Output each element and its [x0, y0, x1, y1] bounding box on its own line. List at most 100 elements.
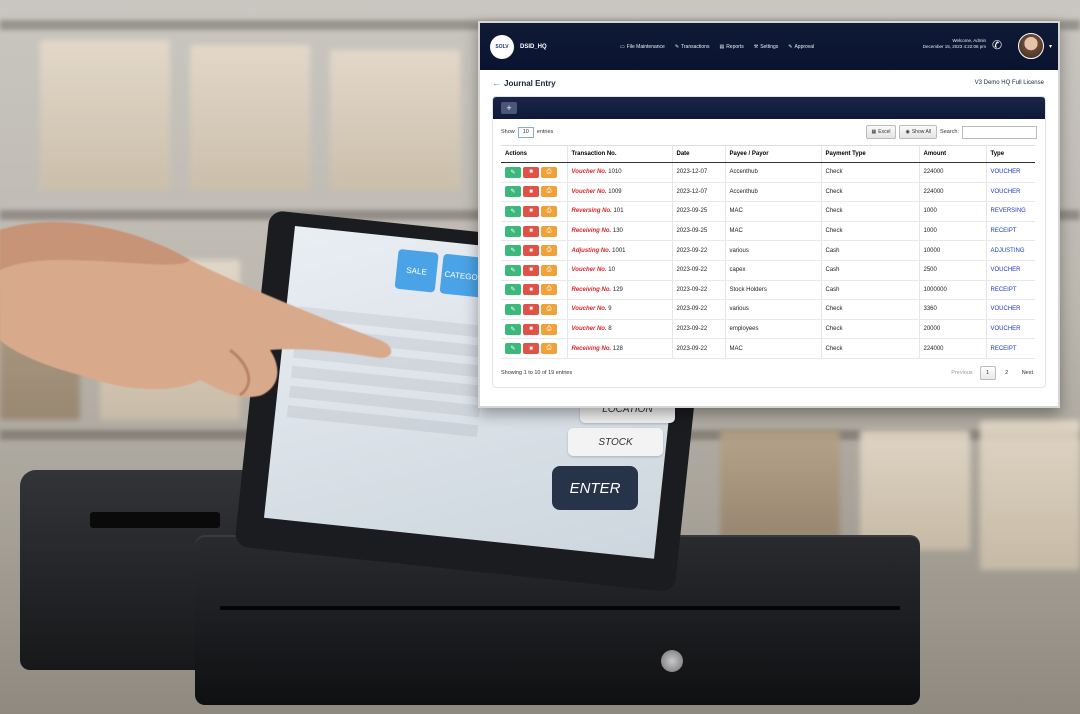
row-actions: ✎ ■ ⎙: [501, 338, 567, 359]
menu-reports[interactable]: ▤ Reports: [719, 44, 743, 50]
cell-transaction-no[interactable]: Reversing No. 101: [566, 201, 672, 222]
print-button[interactable]: ⎙: [541, 303, 557, 315]
edit-icon: ✎: [510, 189, 516, 196]
edit-button[interactable]: ✎: [505, 323, 521, 335]
cell-transaction-no[interactable]: Voucher No. 1009: [566, 182, 672, 203]
delete-button[interactable]: ■: [523, 166, 539, 178]
cell-transaction-no[interactable]: Voucher No. 8: [566, 319, 672, 340]
delete-button[interactable]: ■: [523, 264, 539, 276]
cell-type[interactable]: VOUCHER: [985, 319, 1035, 340]
col-actions[interactable]: Actions: [501, 145, 567, 163]
cell-transaction-no[interactable]: Receiving No. 129: [566, 280, 672, 301]
cell-payee: MAC: [724, 201, 821, 222]
print-button[interactable]: ⎙: [541, 166, 557, 178]
delete-button[interactable]: ■: [523, 303, 539, 315]
cell-type[interactable]: REVERSING: [985, 201, 1035, 222]
print-button[interactable]: ⎙: [541, 245, 557, 257]
edit-button[interactable]: ✎: [505, 245, 521, 257]
edit-button[interactable]: ✎: [505, 343, 521, 355]
cell-type[interactable]: VOUCHER: [985, 162, 1035, 183]
cell-amount: 1000: [918, 221, 986, 242]
transaction-number: 1009: [608, 188, 622, 195]
col-amount[interactable]: Amount: [918, 145, 986, 163]
cell-transaction-no[interactable]: Adjusting No. 1001: [566, 240, 672, 261]
add-entry-button[interactable]: +: [501, 102, 517, 114]
delete-button[interactable]: ■: [523, 205, 539, 217]
cell-type[interactable]: VOUCHER: [985, 299, 1035, 320]
journal-table: Actions Transaction No. Date Payee / Pay…: [501, 145, 1035, 359]
cell-transaction-no[interactable]: Receiving No. 128: [566, 338, 672, 359]
brand-logo[interactable]: SOLV: [490, 34, 514, 59]
print-button[interactable]: ⎙: [541, 205, 557, 217]
col-payee[interactable]: Payee / Payor: [724, 145, 821, 163]
print-icon: ⎙: [546, 286, 552, 293]
print-button[interactable]: ⎙: [541, 284, 557, 296]
cell-type[interactable]: RECEIPT: [985, 221, 1035, 242]
edit-button[interactable]: ✎: [505, 205, 521, 217]
delete-button[interactable]: ■: [523, 225, 539, 237]
cell-payee: MAC: [724, 338, 821, 359]
delete-button[interactable]: ■: [523, 323, 539, 335]
cell-payee: Stock Holders: [724, 280, 821, 301]
menu-file-maintenance[interactable]: ▭ File Maintenance: [620, 44, 665, 50]
col-transaction-no[interactable]: Transaction No.: [566, 145, 672, 163]
row-actions: ✎ ■ ⎙: [501, 280, 567, 301]
cell-payment-type: Check: [820, 182, 919, 203]
edit-button[interactable]: ✎: [505, 166, 521, 178]
print-button[interactable]: ⎙: [541, 225, 557, 237]
back-link[interactable]: ← Journal Entry: [492, 78, 556, 88]
delete-button[interactable]: ■: [523, 343, 539, 355]
show-all-button[interactable]: ◉ Show All: [899, 125, 938, 139]
excel-button[interactable]: ▦ Excel: [865, 125, 897, 139]
welcome-block: Welcome, Admin December 15, 2023 4:22:06…: [923, 38, 986, 50]
journal-panel: + Show 10 entries ▦ Excel ◉ Show All Sea…: [492, 96, 1046, 388]
table-row: ✎ ■ ⎙ Voucher No. 1009 2023-12-07 Accenthub Ch…: [501, 182, 1035, 203]
transaction-label: Voucher No.: [571, 306, 607, 313]
trash-icon: ■: [529, 326, 533, 333]
delete-button[interactable]: ■: [523, 284, 539, 296]
cell-type[interactable]: VOUCHER: [985, 182, 1035, 203]
edit-button[interactable]: ✎: [505, 186, 521, 198]
pagination-page-2[interactable]: 2: [999, 366, 1015, 380]
col-date[interactable]: Date: [671, 145, 725, 163]
phone-icon[interactable]: ✆: [992, 38, 1002, 52]
menu-transactions[interactable]: ✎ Transactions: [675, 44, 710, 50]
print-button[interactable]: ⎙: [541, 264, 557, 276]
pagination-page-1[interactable]: 1: [979, 365, 996, 380]
row-actions: ✎ ■ ⎙: [501, 260, 567, 281]
pagination-previous[interactable]: Previous: [947, 366, 976, 380]
shelf-box: [190, 45, 310, 190]
cell-transaction-no[interactable]: Voucher No. 10: [566, 260, 672, 281]
cell-type[interactable]: VOUCHER: [985, 260, 1035, 281]
user-avatar[interactable]: [1018, 33, 1044, 59]
delete-button[interactable]: ■: [523, 245, 539, 257]
page-length-select[interactable]: 10: [517, 126, 534, 138]
edit-button[interactable]: ✎: [505, 284, 521, 296]
delete-button[interactable]: ■: [523, 186, 539, 198]
chevron-down-icon[interactable]: ▾: [1049, 43, 1052, 50]
cell-type[interactable]: RECEIPT: [985, 280, 1035, 301]
print-button[interactable]: ⎙: [541, 343, 557, 355]
row-actions: ✎ ■ ⎙: [501, 319, 567, 340]
edit-button[interactable]: ✎: [505, 225, 521, 237]
cell-type[interactable]: ADJUSTING: [985, 240, 1035, 261]
cell-transaction-no[interactable]: Receiving No. 130: [566, 221, 672, 242]
print-button[interactable]: ⎙: [541, 323, 557, 335]
menu-approval[interactable]: ✎ Approval: [788, 44, 814, 50]
edit-button[interactable]: ✎: [505, 303, 521, 315]
edit-button[interactable]: ✎: [505, 264, 521, 276]
table-row: ✎ ■ ⎙ Receiving No. 130 2023-09-25 MAC Check 10…: [501, 221, 1035, 242]
pagination-next[interactable]: Next: [1018, 366, 1037, 380]
print-button[interactable]: ⎙: [541, 186, 557, 198]
col-type[interactable]: Type: [985, 145, 1035, 163]
cell-transaction-no[interactable]: Voucher No. 1010: [566, 162, 672, 183]
wrench-icon: ⚒: [753, 43, 759, 50]
col-payment-type[interactable]: Payment Type: [820, 145, 919, 163]
action-buttons: ✎ ■ ⎙: [505, 323, 563, 335]
search-input[interactable]: [962, 125, 1037, 139]
menu-settings[interactable]: ⚒ Settings: [754, 44, 779, 50]
cell-type[interactable]: RECEIPT: [985, 338, 1035, 359]
print-icon: ⎙: [546, 266, 552, 273]
cell-transaction-no[interactable]: Voucher No. 9: [566, 299, 672, 320]
cell-payment-type: Check: [820, 162, 919, 183]
